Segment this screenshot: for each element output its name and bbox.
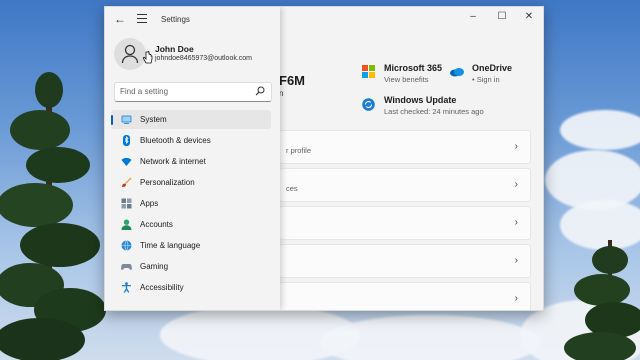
sidebar-item-apps[interactable]: Apps (111, 194, 271, 213)
sidebar-item-label: Time & language (140, 241, 201, 250)
pine-tree-left (0, 72, 106, 360)
sidebar-item-label: System (140, 115, 167, 124)
sidebar-item-label: Accessibility (140, 283, 184, 292)
settings-window: F6M n Microsoft 365 View benefits OneDri… (104, 6, 544, 311)
sidebar-item-system[interactable]: System (111, 110, 271, 129)
card-subtitle: ces (286, 184, 298, 193)
avatar[interactable] (114, 38, 146, 70)
windows-update-title: Windows Update (384, 95, 457, 105)
onedrive-title: OneDrive (472, 63, 513, 73)
sidebar-item-gaming[interactable]: Gaming (111, 257, 271, 276)
sidebar-item-label: Network & internet (140, 157, 206, 166)
windows-update-subtitle: Last checked: 24 minutes ago (384, 107, 484, 116)
microsoft-logo-icon (362, 65, 375, 78)
search-icon[interactable] (255, 86, 265, 96)
wifi-icon (121, 157, 132, 166)
accounts-icon (121, 219, 132, 230)
user-name: John Doe (155, 44, 194, 54)
microsoft365-title: Microsoft 365 (384, 63, 443, 73)
card-subtitle: r profile (286, 146, 312, 155)
device-name: F6M (279, 73, 305, 88)
chevron-right-icon: › (514, 255, 518, 266)
cloud (320, 315, 540, 360)
onedrive-cloud-icon (450, 68, 464, 77)
window-title: Settings (161, 15, 190, 24)
user-email: johndoe8465973@outlook.com (155, 55, 253, 62)
cloud (560, 110, 640, 150)
settings-card[interactable]: › (279, 206, 531, 240)
sidebar-item-label: Apps (140, 199, 159, 208)
windows-update-icon (362, 98, 375, 111)
chevron-right-icon: › (514, 293, 518, 304)
gamepad-icon (121, 264, 132, 271)
accessibility-icon (122, 282, 131, 293)
bluetooth-icon (123, 135, 130, 146)
back-arrow-icon[interactable]: ← (114, 12, 126, 26)
hamburger-menu-icon[interactable] (137, 14, 147, 23)
settings-card[interactable]: r profile › (279, 130, 531, 164)
chevron-right-icon: › (514, 217, 518, 228)
sidebar-item-time-language[interactable]: Time & language (111, 236, 271, 255)
settings-card[interactable]: ces › (279, 168, 531, 202)
hand-cursor-icon (143, 51, 153, 64)
system-icon (121, 115, 132, 124)
apps-icon (121, 198, 132, 209)
sidebar-item-network[interactable]: Network & internet (111, 152, 271, 171)
pine-tree-right (564, 240, 640, 360)
onedrive-subtitle: • Sign in (472, 75, 500, 84)
search-input[interactable] (120, 85, 250, 98)
sidebar-item-personalization[interactable]: Personalization (111, 173, 271, 192)
person-icon (121, 44, 139, 64)
sidebar-item-bluetooth[interactable]: Bluetooth & devices (111, 131, 271, 150)
active-indicator (111, 115, 113, 125)
sidebar-item-label: Personalization (140, 178, 195, 187)
nav-title-bar: ← Settings (105, 7, 543, 31)
brush-icon (122, 177, 132, 187)
sidebar-item-label: Bluetooth & devices (140, 136, 211, 145)
globe-icon (121, 240, 132, 251)
settings-card[interactable]: › (279, 244, 531, 278)
sidebar-item-accounts[interactable]: Accounts (111, 215, 271, 234)
search-box[interactable] (114, 82, 272, 102)
sidebar-item-accessibility[interactable]: Accessibility (111, 278, 271, 297)
microsoft365-subtitle: View benefits (384, 75, 429, 84)
navigation-pane: ← Settings John Doe johndoe8465973@outlo… (105, 7, 280, 310)
chevron-right-icon: › (514, 141, 518, 152)
chevron-right-icon: › (514, 179, 518, 190)
settings-card[interactable]: › (279, 282, 531, 310)
sidebar-item-label: Accounts (140, 220, 173, 229)
sidebar-item-label: Gaming (140, 262, 169, 271)
